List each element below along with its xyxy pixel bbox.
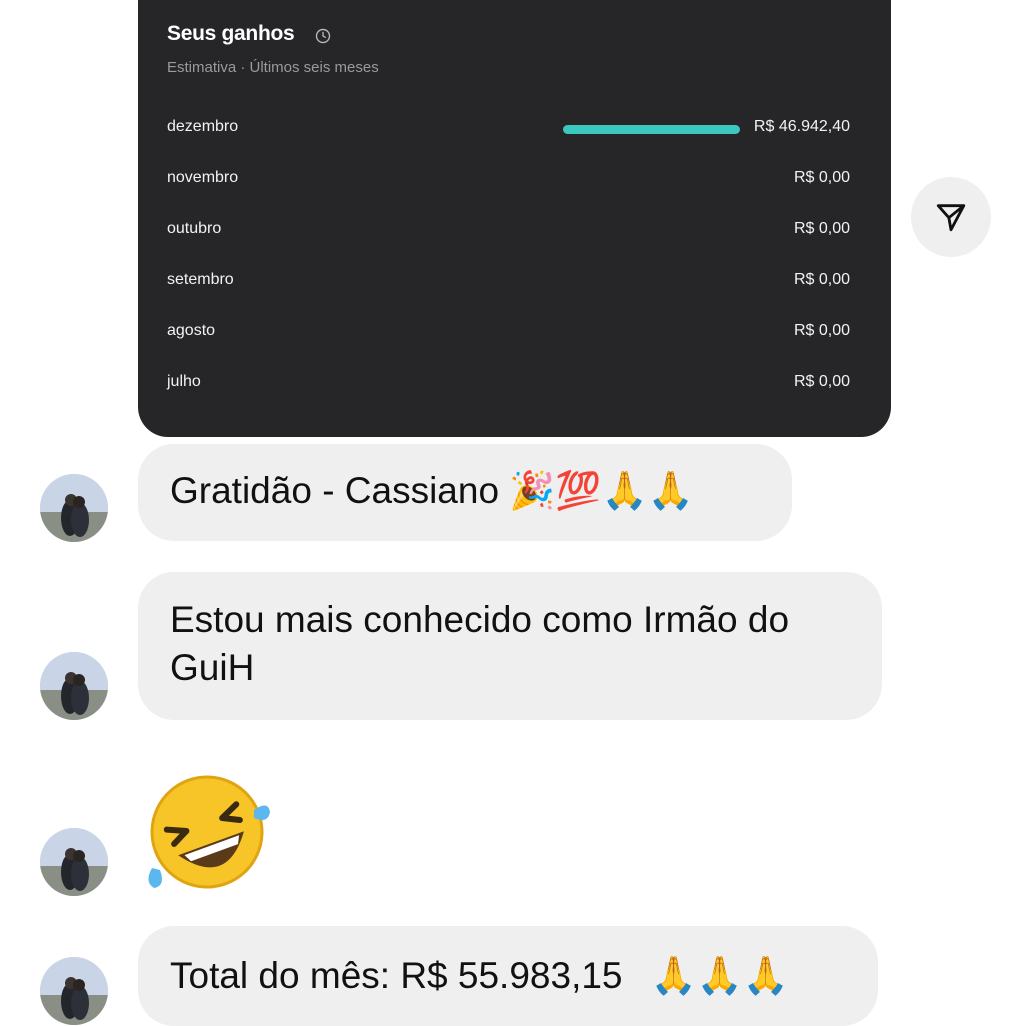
month-label: agosto [167, 322, 216, 339]
message-bubble[interactable]: Estou mais conhecido como Irmão do GuiH [138, 572, 882, 720]
card-title: Seus ganhos [167, 22, 295, 45]
message-bubble[interactable]: Total do mês: R$ 55.983,15 🙏🙏🙏 [138, 926, 878, 1026]
earnings-row: agosto R$ 0,00 [167, 322, 850, 346]
avatar-photo [40, 957, 108, 1025]
clock-icon [315, 28, 331, 44]
amount-label: R$ 0,00 [793, 322, 850, 339]
amount-label: R$ 46.942,40 [753, 118, 850, 135]
month-label: novembro [167, 169, 239, 186]
avatar-photo [40, 474, 108, 542]
amount-label: R$ 0,00 [793, 169, 850, 186]
earnings-row: dezembro R$ 46.942,40 [167, 118, 850, 142]
paper-plane-icon [936, 204, 966, 232]
rolling-laughing-emoji-icon [148, 775, 270, 889]
message-text: Total do mês: R$ 55.983,15 [170, 955, 623, 996]
message-emojis: 🎉💯🙏🙏 [509, 469, 694, 512]
earnings-row: julho R$ 0,00 [167, 373, 850, 397]
message-text-line: Estou mais conhecido como Irmão do [170, 599, 790, 640]
message-text-line: GuiH [170, 647, 255, 688]
month-label: outubro [167, 220, 222, 237]
avatar[interactable] [40, 828, 108, 896]
avatar[interactable] [40, 957, 108, 1025]
earnings-row: setembro R$ 0,00 [167, 271, 850, 295]
earnings-bar [563, 125, 740, 134]
earnings-row: novembro R$ 0,00 [167, 169, 850, 193]
message-emojis: 🙏🙏🙏 [650, 954, 790, 997]
emoji-message[interactable] [142, 772, 272, 892]
amount-label: R$ 0,00 [793, 271, 850, 288]
earnings-row: outubro R$ 0,00 [167, 220, 850, 244]
share-button[interactable] [911, 177, 991, 257]
card-subtitle: Estimativa · Últimos seis meses [167, 59, 379, 76]
message-text: Gratidão - Cassiano [170, 470, 500, 511]
amount-label: R$ 0,00 [793, 220, 850, 237]
amount-label: R$ 0,00 [793, 373, 850, 390]
month-label: julho [167, 373, 201, 390]
message-bubble[interactable]: Gratidão - Cassiano 🎉💯🙏🙏 [138, 444, 792, 541]
month-label: dezembro [167, 118, 239, 135]
avatar[interactable] [40, 652, 108, 720]
avatar-photo [40, 652, 108, 720]
avatar[interactable] [40, 474, 108, 542]
earnings-card: Seus ganhos Estimativa · Últimos seis me… [138, 0, 891, 437]
month-label: setembro [167, 271, 234, 288]
avatar-photo [40, 828, 108, 896]
